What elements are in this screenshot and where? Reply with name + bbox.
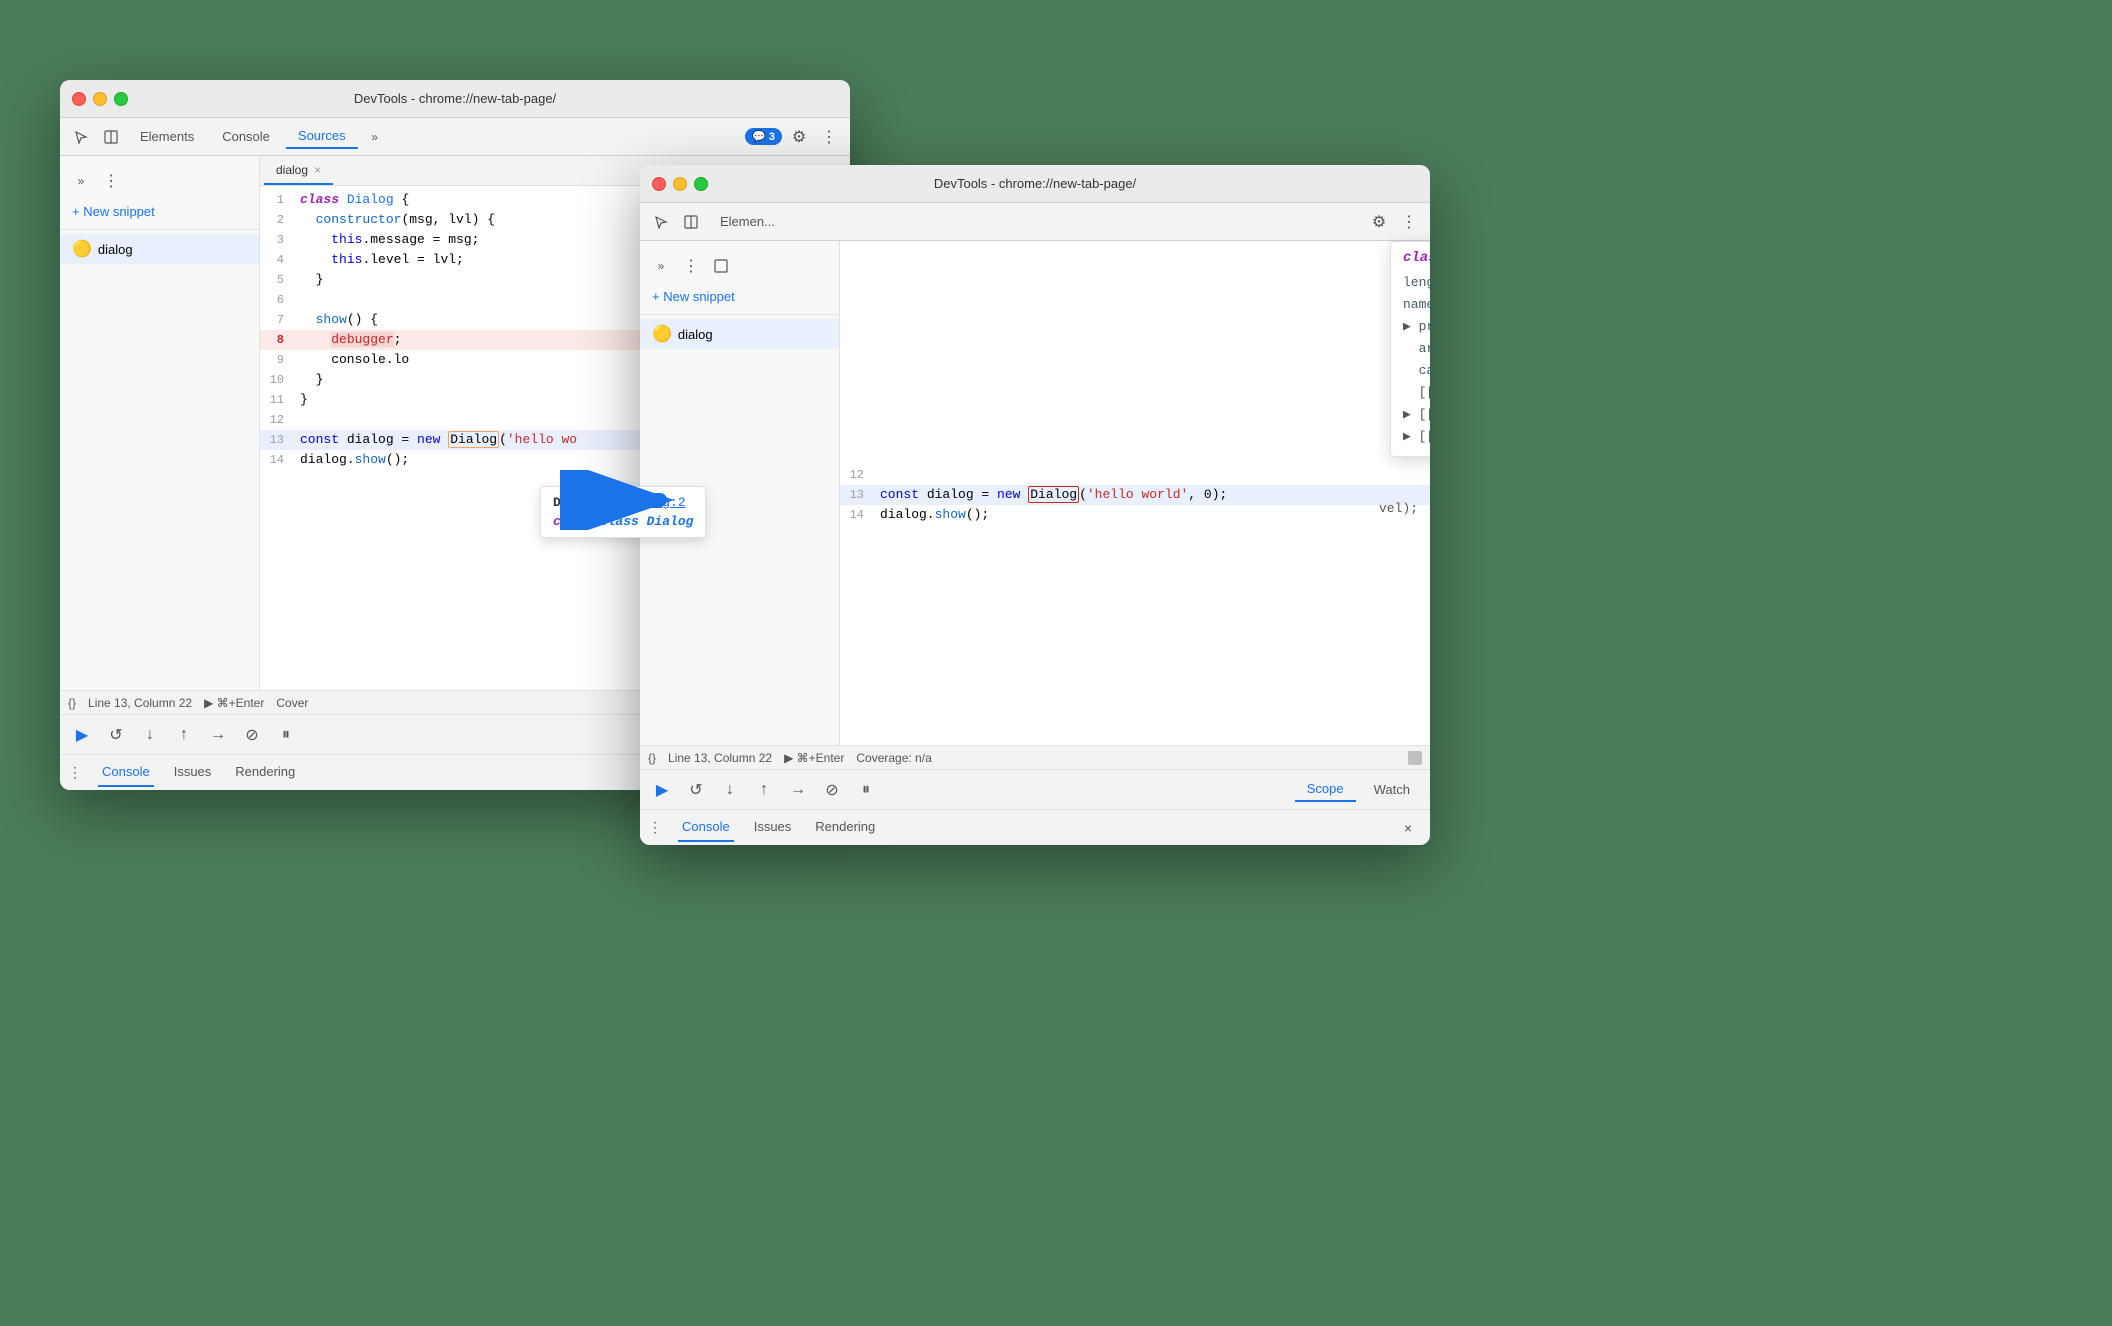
status-bar-2: {} Line 13, Column 22 ▶ ⌘+Enter Coverage… <box>640 745 1430 769</box>
deactivate-btn-2[interactable]: ⊘ <box>818 776 846 804</box>
coverage-label-2: Coverage: n/a <box>856 751 931 765</box>
traffic-lights-2 <box>652 177 708 191</box>
tab-sources-1[interactable]: Sources <box>286 124 358 149</box>
sidebar-file-dialog-2[interactable]: 🟡 dialog <box>640 319 839 349</box>
toolbar-1: Elements Console Sources » 💬 3 ⚙ ⋮ <box>60 118 850 156</box>
issues-tab-2[interactable]: Issues <box>750 813 796 842</box>
scope-row: name: "Dialog" <box>1403 294 1430 316</box>
window-title-2: DevTools - chrome://new-tab-page/ <box>934 176 1136 191</box>
rendering-tab-2[interactable]: Rendering <box>811 813 879 842</box>
cursor-icon-2[interactable] <box>648 209 674 235</box>
console-tab-1[interactable]: Console <box>98 758 154 787</box>
more-tabs-icon-1[interactable]: » <box>362 124 388 150</box>
partial-code-right: vel); <box>1379 501 1418 516</box>
step-over-btn-2[interactable]: ↺ <box>682 776 710 804</box>
maximize-button-2[interactable] <box>694 177 708 191</box>
code-area-2: class Dialog length: 2 name: "Dialog" ▶ … <box>840 241 1430 745</box>
pause-btn-2[interactable]: ⏸ <box>852 776 880 804</box>
bottom-bar-2: ⋮ Console Issues Rendering × <box>640 809 1430 845</box>
scope-row-expandable-proto[interactable]: ▶ [[Prototype]]: f () <box>1403 404 1430 426</box>
scope-row-expandable-scopes[interactable]: ▶ [[Scopes]]: Scopes[2] <box>1403 426 1430 448</box>
code-tab-dialog-1[interactable]: dialog × <box>264 156 333 185</box>
settings-icon-2[interactable]: ⚙ <box>1366 209 1392 235</box>
close-btn-2[interactable]: × <box>1394 814 1422 842</box>
new-snippet-btn-1[interactable]: + New snippet <box>60 198 259 225</box>
play-btn-2[interactable]: ▶ <box>648 776 676 804</box>
sidebar-more-icon-2[interactable]: » <box>648 253 674 279</box>
sidebar-more-icon-1[interactable]: » <box>68 168 94 194</box>
scope-tab-2[interactable]: Scope <box>1295 777 1356 802</box>
new-snippet-btn-2[interactable]: + New snippet <box>640 283 839 310</box>
step-into-btn-1[interactable]: ↓ <box>136 721 164 749</box>
arrow-indicator <box>560 470 680 535</box>
more-options-icon-2[interactable]: ⋮ <box>1396 209 1422 235</box>
sidebar-options-icon-2[interactable]: ⋮ <box>678 253 704 279</box>
cursor-position-2: Line 13, Column 22 <box>668 751 772 765</box>
sidebar-1: » ⋮ + New snippet 🟡 dialog <box>60 156 260 690</box>
step-btn-1[interactable]: → <box>204 721 232 749</box>
sidebar-options-icon-1[interactable]: ⋮ <box>98 168 124 194</box>
scope-panel-2: class Dialog length: 2 name: "Dialog" ▶ … <box>1390 241 1430 457</box>
toolbar-2: Elemen... ⚙ ⋮ <box>640 203 1430 241</box>
step-btn-2[interactable]: → <box>784 776 812 804</box>
scope-row-expandable[interactable]: ▶ prototype: {constructor: f, show: f} <box>1403 316 1430 338</box>
step-over-btn-1[interactable]: ↺ <box>102 721 130 749</box>
braces-icon-1[interactable]: {} <box>68 696 76 710</box>
minimize-button-1[interactable] <box>93 92 107 106</box>
watch-tab-2[interactable]: Watch <box>1362 778 1422 801</box>
play-btn-1[interactable]: ▶ <box>68 721 96 749</box>
console-tab-2[interactable]: Console <box>678 813 734 842</box>
close-button-2[interactable] <box>652 177 666 191</box>
step-out-btn-2[interactable]: ↑ <box>750 776 778 804</box>
traffic-lights-1 <box>72 92 128 106</box>
minimize-button-2[interactable] <box>673 177 687 191</box>
rendering-tab-1[interactable]: Rendering <box>231 758 299 787</box>
scope-row: caller: (...) <box>1403 360 1430 382</box>
settings-icon-1[interactable]: ⚙ <box>786 124 812 150</box>
tab-console-1[interactable]: Console <box>210 125 282 148</box>
scope-title: class Dialog <box>1403 250 1430 266</box>
braces-icon-2[interactable]: {} <box>648 751 656 765</box>
debug-toolbar-2: ▶ ↺ ↓ ↑ → ⊘ ⏸ Scope Watch <box>640 769 1430 809</box>
scope-row-function-location: [[FunctionLocation]]: dialog:2 <box>1403 382 1430 404</box>
dock-icon[interactable] <box>98 124 124 150</box>
code-line-2: 14 dialog.show(); <box>840 505 1430 525</box>
code-content-2: 12 13 const dialog = new Dialog('hello w… <box>840 461 1430 529</box>
run-button-1[interactable]: ▶ ⌘+Enter <box>204 696 264 710</box>
scope-row: length: 2 <box>1403 272 1430 294</box>
cursor-icon[interactable] <box>68 124 94 150</box>
code-line-2-highlighted: 13 const dialog = new Dialog('hello worl… <box>840 485 1430 505</box>
scope-row: arguments: (...) <box>1403 338 1430 360</box>
tab-file-icon-2[interactable] <box>708 253 734 279</box>
bottom-more-icon-1[interactable]: ⋮ <box>68 764 82 781</box>
coverage-label-1: Cover <box>276 696 308 710</box>
pause-btn-1[interactable]: ⏸ <box>272 721 300 749</box>
tab-elements-1[interactable]: Elements <box>128 125 206 148</box>
titlebar-2: DevTools - chrome://new-tab-page/ <box>640 165 1430 203</box>
bottom-more-icon-2[interactable]: ⋮ <box>648 819 662 836</box>
issues-tab-1[interactable]: Issues <box>170 758 216 787</box>
dock-icon-2[interactable] <box>678 209 704 235</box>
tab-elements-2[interactable]: Elemen... <box>708 210 787 233</box>
step-into-btn-2[interactable]: ↓ <box>716 776 744 804</box>
run-button-2[interactable]: ▶ ⌘+Enter <box>784 751 844 765</box>
scroll-btn[interactable] <box>1408 751 1422 765</box>
more-options-icon-1[interactable]: ⋮ <box>816 124 842 150</box>
code-line-2: 12 <box>840 465 1430 485</box>
close-button-1[interactable] <box>72 92 86 106</box>
maximize-button-1[interactable] <box>114 92 128 106</box>
message-badge-1[interactable]: 💬 3 <box>745 128 782 145</box>
deactivate-btn-1[interactable]: ⊘ <box>238 721 266 749</box>
cursor-position-1: Line 13, Column 22 <box>88 696 192 710</box>
devtools-window-2: DevTools - chrome://new-tab-page/ Elemen… <box>640 165 1430 845</box>
step-out-btn-1[interactable]: ↑ <box>170 721 198 749</box>
window-title-1: DevTools - chrome://new-tab-page/ <box>354 91 556 106</box>
sidebar-file-dialog-1[interactable]: 🟡 dialog <box>60 234 259 264</box>
titlebar-1: DevTools - chrome://new-tab-page/ <box>60 80 850 118</box>
